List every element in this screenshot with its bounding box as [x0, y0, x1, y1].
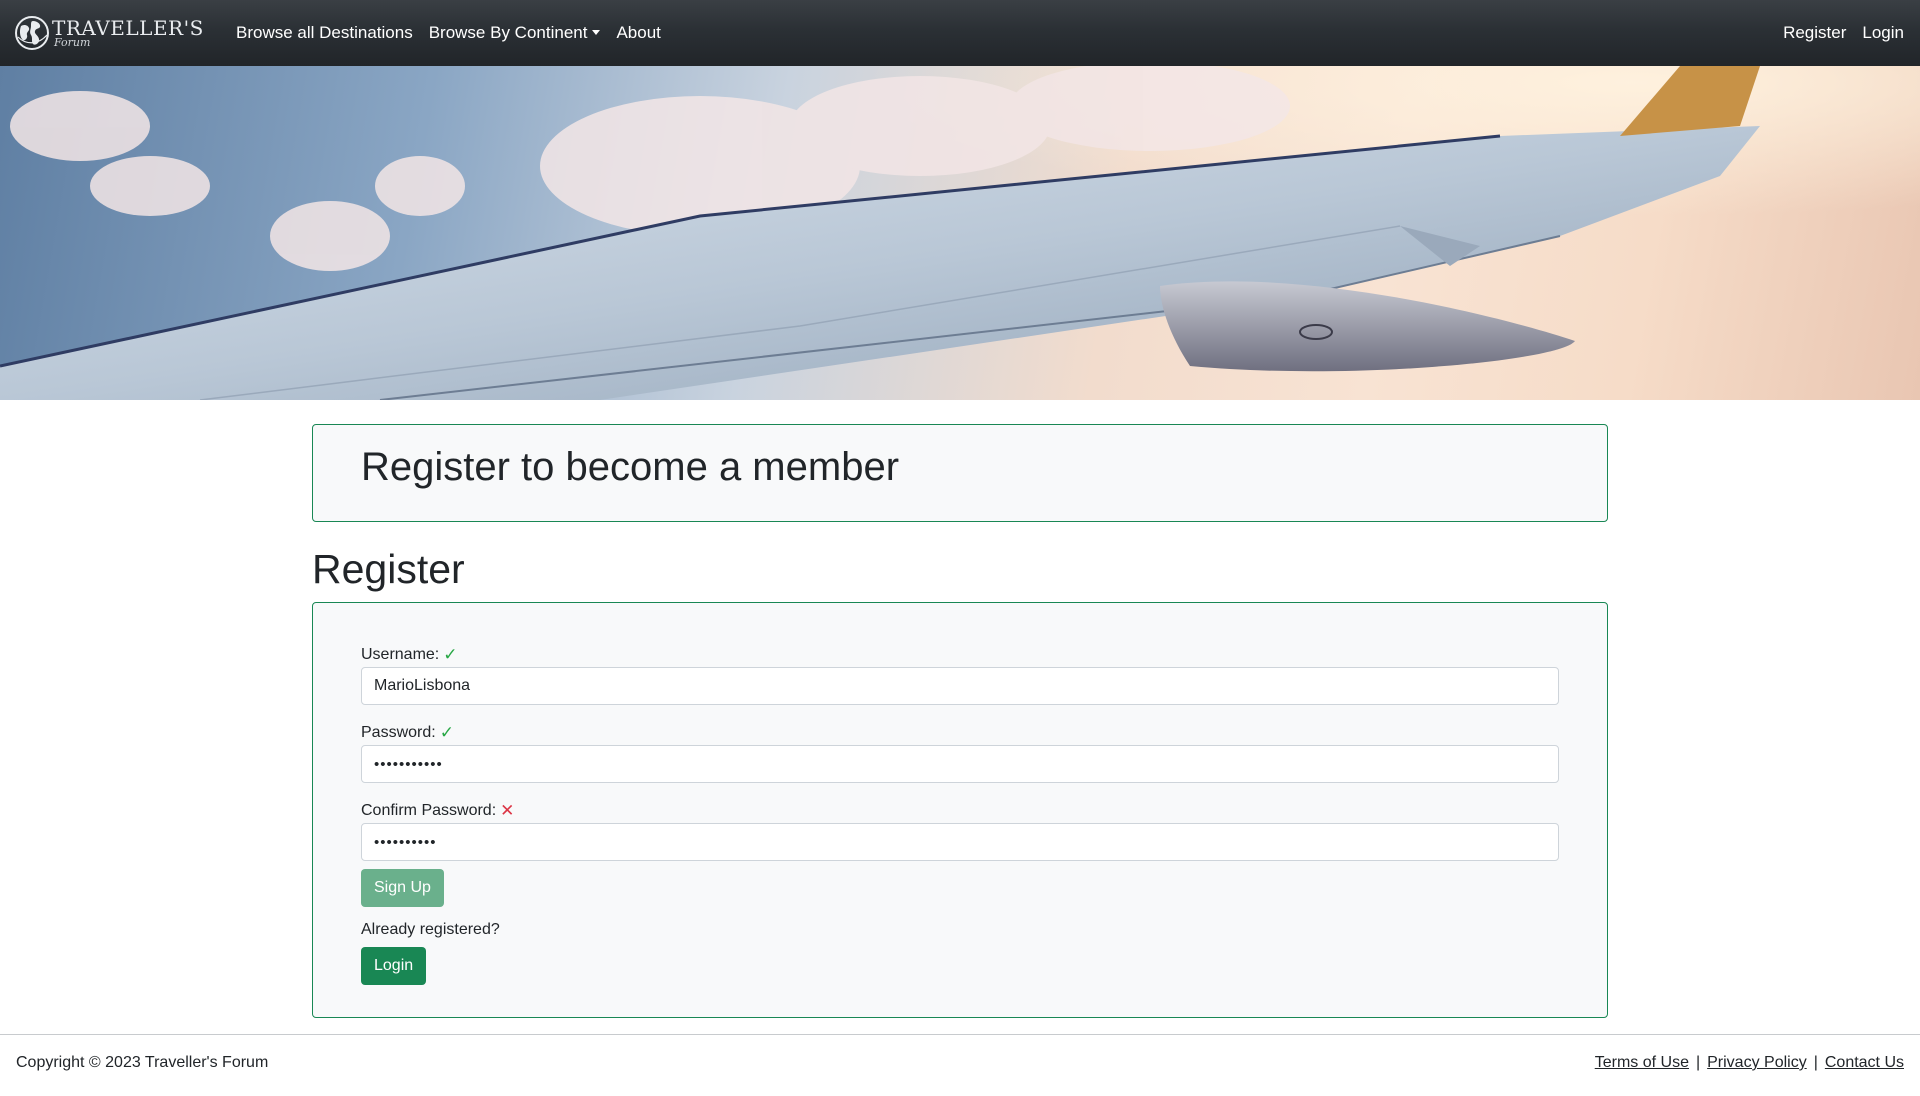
brand-title: TRAVELLER'S: [52, 16, 204, 40]
password-label-text: Password:: [361, 724, 436, 741]
brand-logo[interactable]: TRAVELLER'S Forum: [14, 8, 224, 58]
footer-link-terms[interactable]: Terms of Use: [1595, 1054, 1689, 1072]
footer-links: Terms of Use | Privacy Policy | Contact …: [1595, 1054, 1904, 1072]
nav-link-browse-continent-label: Browse By Continent: [428, 23, 588, 42]
password-input[interactable]: [361, 745, 1559, 783]
caret-down-icon: [592, 30, 601, 35]
page-header-card: Register to become a member: [312, 424, 1608, 522]
footer-link-privacy[interactable]: Privacy Policy: [1707, 1054, 1807, 1072]
brand-text: TRAVELLER'S Forum: [52, 18, 204, 48]
already-registered-text: Already registered?: [361, 921, 500, 938]
nav-link-login[interactable]: Login: [1862, 23, 1904, 43]
confirm-password-input[interactable]: [361, 823, 1559, 861]
check-icon: ✓: [439, 723, 454, 742]
login-button[interactable]: Login: [361, 947, 427, 985]
footer-separator: |: [1695, 1054, 1701, 1071]
globe-icon: [15, 16, 49, 50]
username-label-text: Username:: [361, 646, 440, 663]
footer-copyright: Copyright © 2023 Traveller's Forum: [16, 1054, 269, 1071]
nav-link-browse-continent[interactable]: Browse By Continent: [429, 23, 601, 43]
nav-right: Register Login: [1767, 23, 1904, 43]
brand-subtitle: Forum: [54, 36, 91, 49]
airplane-wing-illustration: [0, 66, 1920, 400]
top-navbar: TRAVELLER'S Forum Browse all Destination…: [0, 0, 1920, 66]
register-section-title: Register: [312, 546, 465, 592]
check-icon: ✓: [443, 645, 458, 664]
nav-links: Browse all Destinations Browse By Contin…: [236, 23, 677, 43]
sign-up-button[interactable]: Sign Up: [361, 869, 444, 907]
footer-divider: [0, 1034, 1920, 1035]
page-title: Register to become a member: [361, 445, 900, 489]
confirm-password-label: Confirm Password: ✕: [361, 801, 514, 821]
username-label: Username: ✓: [361, 645, 458, 665]
hero-banner-image: [0, 66, 1920, 400]
nav-link-register[interactable]: Register: [1783, 23, 1846, 43]
footer-link-contact[interactable]: Contact Us: [1825, 1054, 1904, 1072]
footer-separator: |: [1813, 1054, 1818, 1071]
confirm-password-label-text: Confirm Password:: [361, 802, 497, 819]
nav-link-browse-all[interactable]: Browse all Destinations: [236, 23, 413, 43]
username-input[interactable]: [361, 667, 1559, 705]
password-label: Password: ✓: [361, 723, 454, 743]
x-icon: ✕: [500, 801, 515, 820]
nav-link-about[interactable]: About: [616, 23, 660, 43]
register-form: Username: ✓ Password: ✓ Confirm Password…: [312, 602, 1608, 1018]
